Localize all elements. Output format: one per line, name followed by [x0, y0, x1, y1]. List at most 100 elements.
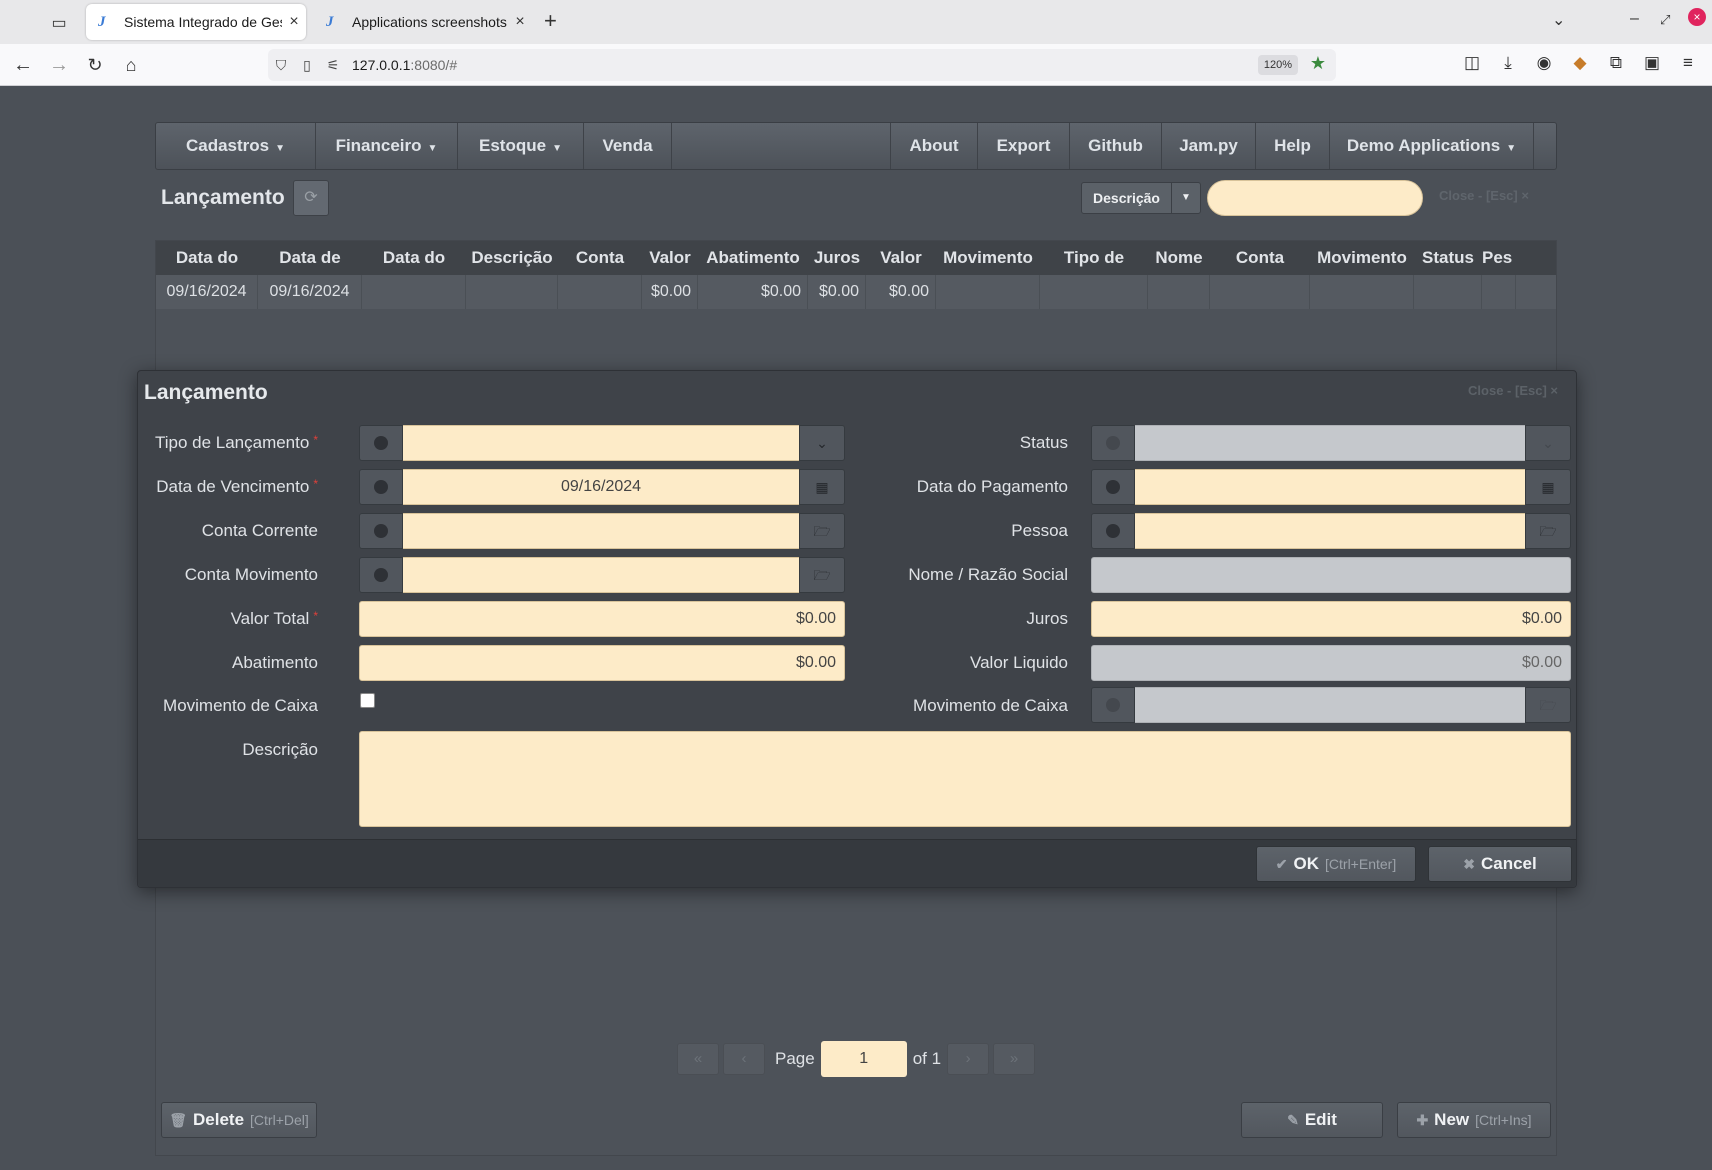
juros-input[interactable]: $0.00	[1091, 601, 1571, 637]
column-header[interactable]: Movimento	[936, 241, 1040, 275]
extension-badge-icon[interactable]: ◆	[1568, 53, 1592, 73]
column-header[interactable]: Valor	[642, 241, 698, 275]
account-icon[interactable]: ◉	[1532, 53, 1556, 73]
menu-jampy[interactable]: Jam.py	[1162, 123, 1256, 169]
home-icon[interactable]: ⌂	[118, 52, 144, 78]
chevron-down-icon: ⌄	[1525, 425, 1571, 461]
column-header[interactable]: Valor	[866, 241, 936, 275]
back-icon[interactable]: ←	[10, 52, 36, 78]
minimize-icon[interactable]: –	[1630, 10, 1639, 28]
zoom-level[interactable]: 120%	[1257, 55, 1298, 75]
folder-open-icon[interactable]: 🗁	[1525, 513, 1571, 549]
menu-financeiro[interactable]: Financeiro ▼	[316, 123, 458, 169]
conta-corrente-input[interactable]	[403, 513, 799, 549]
list-all-tabs-icon[interactable]: ⌄	[1552, 10, 1565, 30]
clear-icon[interactable]	[359, 425, 403, 461]
calendar-icon[interactable]: ▦	[1525, 469, 1571, 505]
window-close-icon[interactable]: ×	[1688, 8, 1706, 26]
tab-list-icon[interactable]: ▭	[48, 12, 70, 34]
clear-icon[interactable]	[1091, 469, 1135, 505]
conta-movimento-field: 🗁	[359, 557, 845, 593]
tab-close-icon[interactable]: ×	[508, 13, 532, 31]
column-header[interactable]: Pes	[1482, 241, 1516, 275]
view-close-hint[interactable]: Close - [Esc] ×	[1439, 188, 1529, 203]
menu-export[interactable]: Export	[978, 123, 1070, 169]
app-menu-icon[interactable]: ≡	[1676, 53, 1700, 73]
tab-close-icon[interactable]: ×	[282, 13, 306, 31]
clear-icon[interactable]	[1091, 513, 1135, 549]
url-bar[interactable]: ⛉ ▯ ⚟ 127.0.0.1:8080/# 120% ★	[268, 49, 1336, 81]
page-input[interactable]: 1	[820, 1041, 907, 1077]
clear-icon[interactable]	[359, 469, 403, 505]
folder-open-icon[interactable]: 🗁	[799, 513, 845, 549]
menu-cadastros[interactable]: Cadastros ▼	[156, 123, 316, 169]
next-page-icon[interactable]: ›	[947, 1043, 990, 1075]
page-icon[interactable]: ▯	[294, 57, 320, 74]
valor-total-input[interactable]: $0.00	[359, 601, 845, 637]
column-header[interactable]: Descrição	[466, 241, 558, 275]
pocket-icon[interactable]: ◫	[1460, 53, 1484, 73]
first-page-icon[interactable]: «	[677, 1043, 719, 1075]
column-header[interactable]: Status	[1414, 241, 1482, 275]
column-header[interactable]: Abatimento	[698, 241, 808, 275]
search-field-select[interactable]: Descrição ▼	[1081, 182, 1201, 214]
menu-estoque[interactable]: Estoque ▼	[458, 123, 584, 169]
column-header[interactable]: Data do	[156, 241, 258, 275]
forward-icon[interactable]: →	[46, 52, 72, 78]
bookmark-star-icon[interactable]: ★	[1310, 53, 1326, 74]
menu-venda[interactable]: Venda	[584, 123, 672, 169]
delete-button[interactable]: 🗑 Delete [Ctrl+Del]	[161, 1102, 317, 1138]
shield-icon[interactable]: ⛉	[268, 57, 294, 74]
clear-icon[interactable]	[359, 513, 403, 549]
column-header[interactable]: Conta	[558, 241, 642, 275]
url-text[interactable]: 127.0.0.1:8080/#	[352, 57, 457, 73]
column-header[interactable]: Movimento	[1310, 241, 1414, 275]
last-page-icon[interactable]: »	[993, 1043, 1036, 1075]
extensions-icon[interactable]: ⧉	[1604, 53, 1628, 73]
ok-button[interactable]: ✔ OK [Ctrl+Enter]	[1256, 846, 1416, 882]
cancel-button[interactable]: ✖ Cancel	[1428, 846, 1572, 882]
folder-open-icon[interactable]: 🗁	[799, 557, 845, 593]
browser-tab-bar: ▭ J Sistema Integrado de Gestã × J Appli…	[0, 0, 1712, 44]
browser-tab[interactable]: J Applications screenshots — ×	[314, 4, 532, 40]
refresh-icon[interactable]: ⟳	[293, 180, 329, 216]
movimento-caixa-checkbox[interactable]	[360, 693, 375, 708]
tipo-lancamento-input[interactable]	[403, 425, 799, 461]
se-extension-icon[interactable]: ▣	[1640, 53, 1664, 73]
caret-down-icon[interactable]: ▼	[1172, 183, 1200, 213]
column-header[interactable]: Juros	[808, 241, 866, 275]
permissions-icon[interactable]: ⚟	[320, 57, 346, 74]
prev-page-icon[interactable]: ‹	[723, 1043, 765, 1075]
menu-github[interactable]: Github	[1070, 123, 1162, 169]
column-header[interactable]: Conta	[1210, 241, 1310, 275]
column-header[interactable]: Tipo de	[1040, 241, 1148, 275]
pessoa-input[interactable]	[1135, 513, 1525, 549]
movimento-caixa-field: 🗁	[1091, 687, 1571, 723]
column-header[interactable]: Nome	[1148, 241, 1210, 275]
search-input[interactable]	[1207, 180, 1423, 216]
chevron-down-icon[interactable]: ⌄	[799, 425, 845, 461]
data-pagamento-input[interactable]	[1135, 469, 1525, 505]
edit-dialog: Lançamento Close - [Esc] × Tipo de Lança…	[137, 370, 1577, 888]
clear-icon[interactable]	[359, 557, 403, 593]
browser-tab-active[interactable]: J Sistema Integrado de Gestã ×	[86, 4, 306, 40]
menu-help[interactable]: Help	[1256, 123, 1330, 169]
menu-about[interactable]: About	[890, 123, 978, 169]
downloads-icon[interactable]: ⤓	[1496, 53, 1520, 73]
restore-icon[interactable]: ⤢	[1660, 12, 1670, 28]
conta-movimento-input[interactable]	[403, 557, 799, 593]
calendar-icon[interactable]: ▦	[799, 469, 845, 505]
abatimento-input[interactable]: $0.00	[359, 645, 845, 681]
new-button[interactable]: ✚ New [Ctrl+Ins]	[1397, 1102, 1551, 1138]
data-vencimento-input[interactable]: 09/16/2024	[403, 469, 799, 505]
column-header[interactable]: Data de	[258, 241, 362, 275]
new-tab-icon[interactable]: +	[544, 10, 557, 32]
table-row[interactable]: 09/16/2024 09/16/2024 $0.00 $0.00 $0.00 …	[156, 275, 1556, 309]
edit-button[interactable]: ✎ Edit	[1241, 1102, 1383, 1138]
menu-demo-applications[interactable]: Demo Applications ▼	[1330, 123, 1534, 169]
descricao-textarea[interactable]	[359, 731, 1571, 827]
dialog-close-hint[interactable]: Close - [Esc] ×	[1468, 383, 1558, 398]
reload-icon[interactable]: ↻	[82, 52, 108, 78]
folder-open-icon: 🗁	[1525, 687, 1571, 723]
column-header[interactable]: Data do	[362, 241, 466, 275]
